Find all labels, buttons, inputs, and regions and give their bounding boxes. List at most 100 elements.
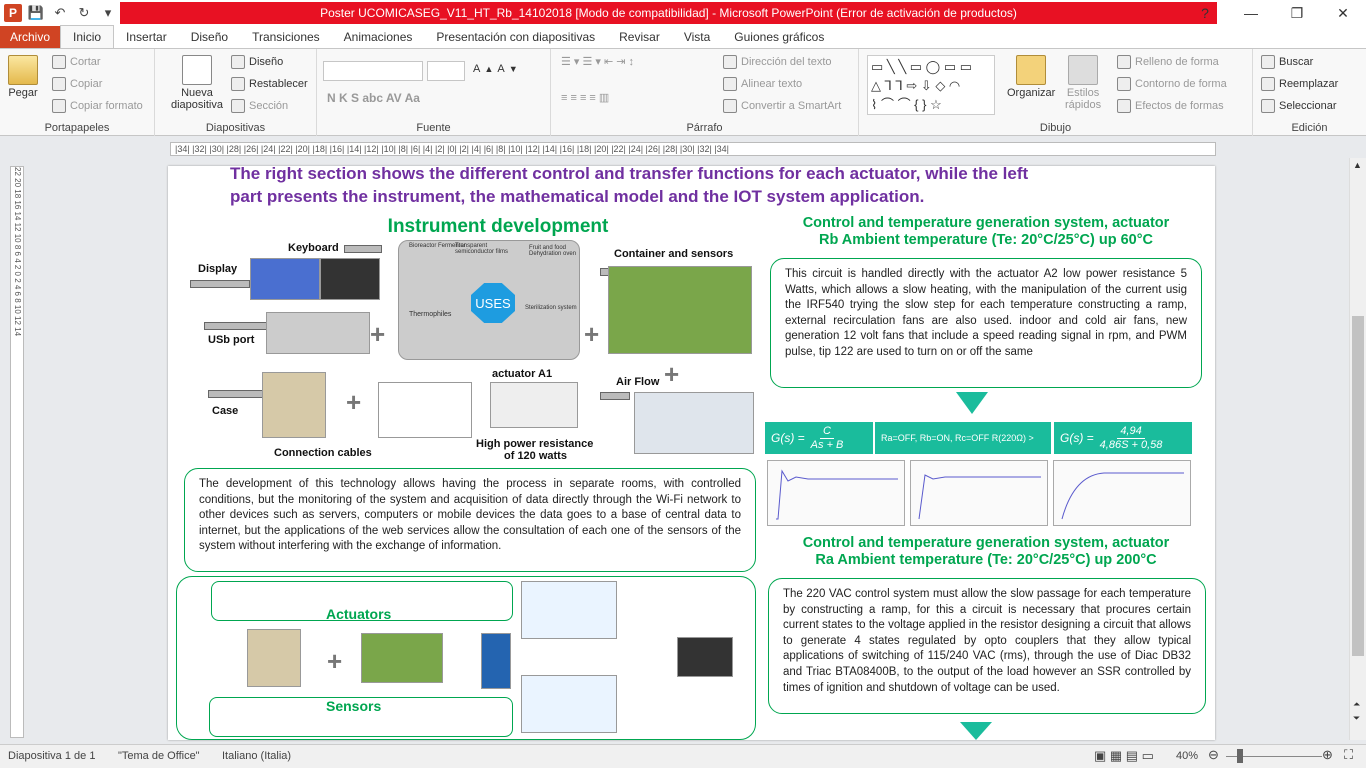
reset-button[interactable]: Restablecer (231, 77, 308, 91)
case-arrow (208, 390, 264, 398)
zoom-in-icon[interactable]: ⊕ (1322, 747, 1333, 763)
board-photo (481, 633, 511, 689)
title-bar: P 💾 ↶ ↻ ▾ Poster UCOMICASEG_V11_HT_Rb_14… (0, 0, 1366, 26)
status-bar: Diapositiva 1 de 1 "Tema de Office" Ital… (0, 744, 1366, 768)
zoom-out-icon[interactable]: ⊖ (1208, 747, 1219, 763)
minimize-icon[interactable]: — (1228, 0, 1274, 26)
layout-button[interactable]: Diseño (231, 55, 283, 69)
arrange-icon (1016, 55, 1047, 85)
align-buttons[interactable]: ≡ ≡ ≡ ≡ ▥ (561, 91, 609, 104)
tab-diseno[interactable]: Diseño (179, 26, 240, 48)
smartart-button[interactable]: Convertir a SmartArt (723, 99, 841, 113)
usb-label: USb port (208, 334, 255, 346)
ra-text-box: The 220 VAC control system must allow th… (768, 578, 1206, 714)
cut-button[interactable]: Cortar (52, 55, 101, 69)
new-slide-label2: diapositiva (171, 99, 223, 111)
arrange-button[interactable]: Organizar (1007, 55, 1055, 99)
tab-revisar[interactable]: Revisar (607, 26, 672, 48)
slide-counter: Diapositiva 1 de 1 (8, 750, 96, 762)
airflow-label: Air Flow (616, 376, 660, 388)
font-size-combo[interactable] (427, 61, 465, 81)
hp-resistance-label2: of 120 watts (504, 450, 567, 462)
copy-button[interactable]: Copiar (52, 77, 102, 91)
font-format-buttons[interactable]: N K S abc AV Aa (327, 91, 420, 105)
quick-styles-button[interactable]: Estilos rápidos (1065, 55, 1101, 111)
keyboard-photo (320, 258, 380, 300)
redo-icon[interactable]: ↻ (74, 3, 94, 23)
section-icon (231, 99, 245, 113)
shape-fill-label: Relleno de forma (1135, 56, 1219, 68)
cloud-diagram (521, 581, 617, 639)
help-icon[interactable]: ? (1182, 0, 1228, 26)
group-label: Párrafo (686, 122, 723, 134)
section-button[interactable]: Sección (231, 99, 288, 113)
tab-vista[interactable]: Vista (672, 26, 722, 48)
sensors-group: Sensors (209, 697, 513, 737)
container-label: Container and sensors (614, 248, 734, 260)
shapes-gallery[interactable]: ▭ ╲ ╲ ▭ ◯ ▭ ▭ △ ⅂ ⅂ ⇨ ⇩ ◇ ◠ ⌇ ⌒ ⌒ { } ☆ (867, 55, 995, 115)
container-photo-2 (361, 633, 443, 683)
tab-inicio[interactable]: Inicio (60, 25, 115, 48)
response-graph-3 (1053, 460, 1191, 526)
tab-presentacion[interactable]: Presentación con diapositivas (424, 26, 607, 48)
reset-icon (231, 77, 245, 91)
undo-icon[interactable]: ↶ (50, 3, 70, 23)
container-photo (608, 266, 752, 354)
intro-line-2: part presents the instrument, the mathem… (230, 187, 925, 206)
usb-photo (266, 312, 370, 354)
slide-canvas[interactable]: The right section shows the different co… (168, 166, 1215, 740)
tab-archivo[interactable]: Archivo (0, 26, 61, 48)
display-arrow (190, 280, 250, 288)
close-icon[interactable]: ✕ (1320, 0, 1366, 26)
rb-title-1: Control and temperature generation syste… (802, 215, 1170, 231)
fit-slide-icon[interactable]: ⛶ (1344, 747, 1353, 763)
tab-insertar[interactable]: Insertar (114, 26, 179, 48)
layout-icon (231, 55, 245, 69)
scroll-thumb[interactable] (1352, 316, 1364, 656)
select-button[interactable]: Seleccionar (1261, 99, 1336, 113)
language[interactable]: Italiano (Italia) (222, 750, 291, 762)
format-painter-button[interactable]: Copiar formato (52, 99, 143, 113)
bullets-button[interactable]: ☰ ▾ ☰ ▾ ⇤ ⇥ ↕ (561, 55, 634, 68)
actuator-a1-label: actuator A1 (492, 368, 553, 380)
eq2-den: 4,86S + 0,58 (1099, 438, 1163, 451)
outline-icon (1117, 77, 1131, 91)
zoom-level[interactable]: 40% (1176, 750, 1198, 762)
horizontal-ruler[interactable]: |34| |32| |30| |28| |26| |24| |22| |20| … (170, 142, 1216, 156)
group-diapositivas: Nueva diapositiva Diseño Restablecer Sec… (155, 49, 317, 136)
tab-transiciones[interactable]: Transiciones (240, 26, 332, 48)
eq2-num: 4,94 (1117, 425, 1145, 439)
shape-effects-button[interactable]: Efectos de formas (1117, 99, 1224, 113)
plus-icon: + (327, 646, 343, 676)
align-text-button[interactable]: Alinear texto (723, 77, 802, 91)
prev-slide-icon[interactable]: ⏶ (1353, 699, 1360, 710)
font-grow-button[interactable]: A ▲ A ▼ (473, 63, 518, 75)
vertical-ruler[interactable]: 22 20 18 16 14 12 10 8 6 4 2 0 2 4 6 8 1… (10, 166, 24, 738)
zoom-slider-thumb[interactable] (1237, 749, 1243, 763)
paste-button[interactable]: Pegar (8, 55, 38, 99)
thermophiles-label: Thermophiles (409, 311, 452, 318)
text-direction-button[interactable]: Dirección del texto (723, 55, 832, 69)
scroll-up-icon[interactable]: ▲ (1353, 160, 1362, 170)
save-icon[interactable]: 💾 (26, 3, 46, 23)
new-slide-button[interactable]: Nueva diapositiva (171, 55, 223, 111)
shape-outline-button[interactable]: Contorno de forma (1117, 77, 1227, 91)
intro-line-1: The right section shows the different co… (230, 166, 1029, 183)
font-name-combo[interactable] (323, 61, 423, 81)
rb-text-box: This circuit is handled directly with th… (770, 258, 1202, 388)
next-slide-icon[interactable]: ⏷ (1353, 713, 1360, 724)
tab-animaciones[interactable]: Animaciones (332, 26, 425, 48)
vertical-scrollbar[interactable]: ▲ ⏶ ⏷ (1349, 158, 1366, 740)
theme-name[interactable]: "Tema de Office" (118, 750, 200, 762)
tab-guiones[interactable]: Guiones gráficos (722, 26, 836, 48)
find-button[interactable]: Buscar (1261, 55, 1313, 69)
customize-qat-icon[interactable]: ▾ (98, 3, 118, 23)
hp-resistance-label: High power resistance (476, 438, 594, 450)
keyboard-label: Keyboard (288, 242, 339, 254)
response-curve-1 (776, 469, 898, 520)
shape-fill-button[interactable]: Relleno de forma (1117, 55, 1219, 69)
airflow-arrow (600, 392, 630, 400)
replace-button[interactable]: Reemplazar (1261, 77, 1338, 91)
restore-icon[interactable]: ❐ (1274, 0, 1320, 26)
view-buttons[interactable]: ▣ ▦ ▤ ▭ (1094, 748, 1154, 764)
